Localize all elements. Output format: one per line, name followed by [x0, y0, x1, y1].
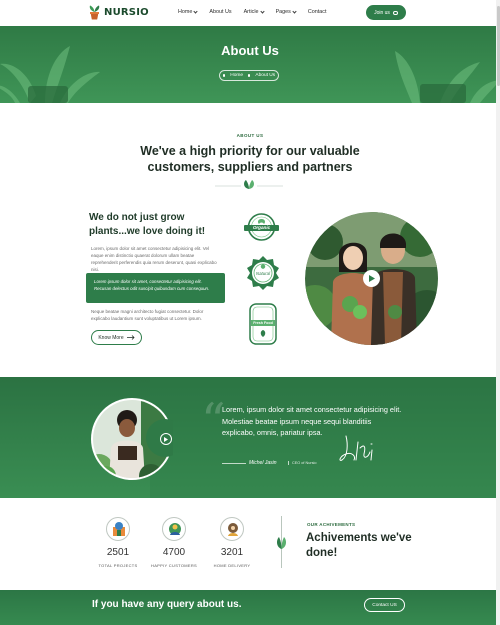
- achievements-tag: OUR ACHIVEMENTS: [307, 522, 356, 527]
- testimonial-photo: [91, 398, 184, 480]
- know-more-button[interactable]: Know More: [91, 330, 142, 345]
- highlight-box: Lorem ipsum dolor sit amet, consectetur …: [86, 273, 225, 303]
- testimonial-play-button[interactable]: [160, 433, 172, 445]
- scrollbar-thumb[interactable]: [496, 6, 500, 86]
- leaf-icon: [276, 537, 287, 549]
- fresh-food-badge: Fresh Food: [249, 303, 277, 350]
- stat-home-delivery: 3201 HOME DELIVERY: [202, 517, 262, 568]
- arrow-right-icon: [126, 335, 135, 340]
- stat-total-projects: 2501 TOTAL PROJECTS: [88, 517, 148, 568]
- bullet-icon: [248, 74, 251, 77]
- gardeners-photo: [305, 212, 438, 345]
- top-navbar: NURSIO Home About Us Article Pages Conta…: [0, 0, 500, 26]
- signature-image: [339, 435, 373, 461]
- project-icon: [106, 517, 130, 541]
- signature-line: [222, 463, 246, 464]
- play-icon: [368, 275, 375, 282]
- chat-icon: [392, 10, 398, 15]
- play-video-button[interactable]: [363, 270, 380, 287]
- stat-label: TOTAL PROJECTS: [98, 563, 138, 568]
- leaves-decoration: [0, 46, 500, 103]
- nav-item-home[interactable]: Home: [178, 8, 199, 15]
- organic-badge: Organic: [243, 212, 280, 247]
- testimonial-name: Michel Jasin: [249, 460, 277, 466]
- leaf-divider-icon: [215, 180, 283, 189]
- nav-item-pages[interactable]: Pages: [275, 8, 297, 15]
- brand-name: NURSIO: [104, 7, 149, 18]
- badge-natural-text: Natural: [255, 270, 271, 276]
- nav-label-pages: Pages: [275, 9, 291, 15]
- stat-value: 2501: [106, 547, 130, 558]
- customer-icon: [162, 517, 186, 541]
- page-title: About Us: [221, 43, 279, 58]
- about-subheading: We do not just grow plants...we love doi…: [89, 212, 206, 237]
- know-more-label: Know More: [98, 334, 124, 341]
- chevron-down-icon: [259, 8, 265, 14]
- nav-label-about: About Us: [209, 9, 232, 15]
- about-tag: ABOUT US: [236, 133, 264, 138]
- about-heading: We've a high priority for our valuable c…: [140, 144, 360, 174]
- breadcrumb-home[interactable]: Home: [230, 73, 243, 78]
- cta-banner: [0, 590, 500, 625]
- main-menu: Home About Us Article Pages Contact: [178, 8, 327, 15]
- join-us-button[interactable]: Join us: [366, 5, 406, 20]
- chevron-down-icon: [193, 8, 199, 14]
- nav-item-about[interactable]: About Us: [209, 9, 231, 15]
- logo[interactable]: NURSIO: [88, 5, 149, 20]
- logo-plant-icon: [88, 5, 101, 20]
- page-hero: About Us Home About Us: [0, 26, 500, 103]
- natural-badge: Natural: [246, 256, 280, 295]
- stat-happy-customers: 4700 HAPPIY CUSTOMERS: [144, 517, 204, 568]
- nav-label-contact: Contact: [307, 9, 327, 15]
- stat-value: 4700: [162, 547, 186, 558]
- nav-item-article[interactable]: Article: [243, 8, 265, 15]
- achievements-title: Achivements we've done!: [306, 532, 412, 559]
- breadcrumb: Home About Us: [219, 70, 279, 81]
- scrollbar-track[interactable]: [496, 0, 500, 625]
- stat-value: 3201: [220, 547, 244, 558]
- contact-us-label: Contact US: [372, 602, 397, 608]
- about-paragraph-1: Lorem, ipsum dolor sit amet consectetur …: [91, 246, 217, 272]
- testimonial-role: CEO of Nursio: [288, 461, 316, 465]
- join-us-label: Join us: [374, 9, 390, 16]
- play-icon: [164, 436, 168, 442]
- chevron-down-icon: [292, 8, 297, 14]
- nav-label-home: Home: [178, 9, 193, 15]
- bullet-icon: [222, 74, 226, 77]
- nav-label-article: Article: [243, 9, 259, 15]
- nav-item-contact[interactable]: Contact: [308, 9, 327, 15]
- about-paragraph-2: Neque beatae magni architecto fugiat con…: [91, 309, 204, 321]
- cta-text: If you have any query about us.: [92, 599, 242, 610]
- badge-organic-text: Organic: [252, 225, 271, 231]
- delivery-icon: [220, 517, 244, 541]
- breadcrumb-current: About Us: [255, 73, 276, 78]
- stat-label: HOME DELIVERY: [213, 563, 251, 568]
- badge-fresh-text: Fresh Food: [253, 320, 273, 325]
- contact-us-button[interactable]: Contact US: [364, 598, 405, 612]
- stat-label: HAPPIY CUSTOMERS: [151, 563, 197, 568]
